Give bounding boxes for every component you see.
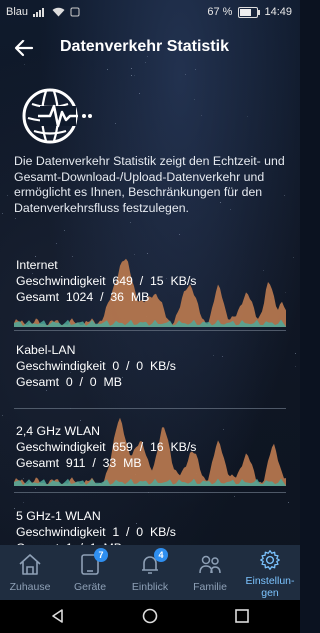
back-arrow-icon[interactable] [12,36,36,60]
star [201,115,202,116]
star [35,488,36,489]
gear-icon [260,550,280,570]
divider [14,330,286,331]
app-bar: Datenverkehr Statistik [0,28,300,68]
insight-badge: 4 [154,548,168,562]
star [247,116,248,117]
system-recents-icon[interactable] [234,608,250,624]
nav-einblick[interactable]: 4 Einblick [120,545,180,600]
star [107,69,108,70]
bottom-navigation: Zuhause 7 Geräte 4 Einblick Familie Eins… [0,545,300,600]
nav-label: Zuhause [9,581,51,593]
star [134,75,135,76]
internet-section[interactable]: Internet Geschwindigkeit 649 / 15 KB/s G… [0,249,300,329]
nav-label: Einblick [131,581,169,593]
star [131,75,132,76]
star [2,213,3,214]
devices-badge: 7 [94,548,108,562]
kabel-lan-section[interactable]: Kabel-LAN Geschwindigkeit 0 / 0 KB/s Ges… [0,334,300,414]
battery-icon [238,6,261,18]
speed-text: Geschwindigkeit 0 / 0 KB/s [16,359,176,373]
system-home-icon[interactable] [142,608,158,624]
signal-icon [33,8,45,17]
section-title: 2,4 GHz WLAN [16,424,101,438]
star [15,218,16,219]
divider [14,492,286,493]
total-text: Gesamt 911 / 33 MB [16,456,142,470]
nav-label: Geräte [73,581,107,593]
nav-zuhause[interactable]: Zuhause [0,545,60,600]
carrier-label: Blau [6,6,29,18]
status-bar: Blau 67 % 14:49 [0,0,300,26]
star [130,222,131,223]
family-icon [199,555,221,574]
speed-text: Geschwindigkeit 1 / 0 KB/s [16,525,176,539]
battery-percent: 67 % [207,6,233,18]
star [7,195,8,196]
star [64,230,65,231]
nav-label: Einstellun-gen [245,575,295,599]
nav-familie[interactable]: Familie [180,545,240,600]
star [115,123,116,124]
section-title: Internet [16,258,58,272]
description-text: Die Datenverkehr Statistik zeigt den Ech… [14,154,285,215]
nav-label: Familie [193,581,227,593]
wlan-24-section[interactable]: 2,4 GHz WLAN Geschwindigkeit 659 / 16 KB… [0,408,300,488]
speed-text: Geschwindigkeit 649 / 15 KB/s [16,274,197,288]
system-back-icon[interactable] [50,608,66,624]
nav-geraete[interactable]: 7 Geräte [60,545,120,600]
star [179,234,180,235]
total-text: Gesamt 0 / 0 MB [16,375,122,389]
notification-icon [70,7,80,17]
home-icon [19,554,41,575]
section-title: Kabel-LAN [16,343,76,357]
star [56,243,57,244]
traffic-stats-logo-icon [22,88,92,144]
clock: 14:49 [264,6,292,18]
speed-text: Geschwindigkeit 659 / 16 KB/s [16,440,197,454]
star [194,99,195,100]
star [234,496,235,497]
star [131,68,132,69]
section-title: 5 GHz-1 WLAN [16,509,101,523]
star [185,74,186,75]
system-navigation-bar [0,600,300,633]
page-title: Datenverkehr Statistik [60,38,229,55]
wifi-icon [52,7,65,17]
nav-einstellungen[interactable]: Einstellun-gen [240,545,300,600]
total-text: Gesamt 1024 / 36 MB [16,290,150,304]
star [195,69,196,70]
star [139,93,140,94]
